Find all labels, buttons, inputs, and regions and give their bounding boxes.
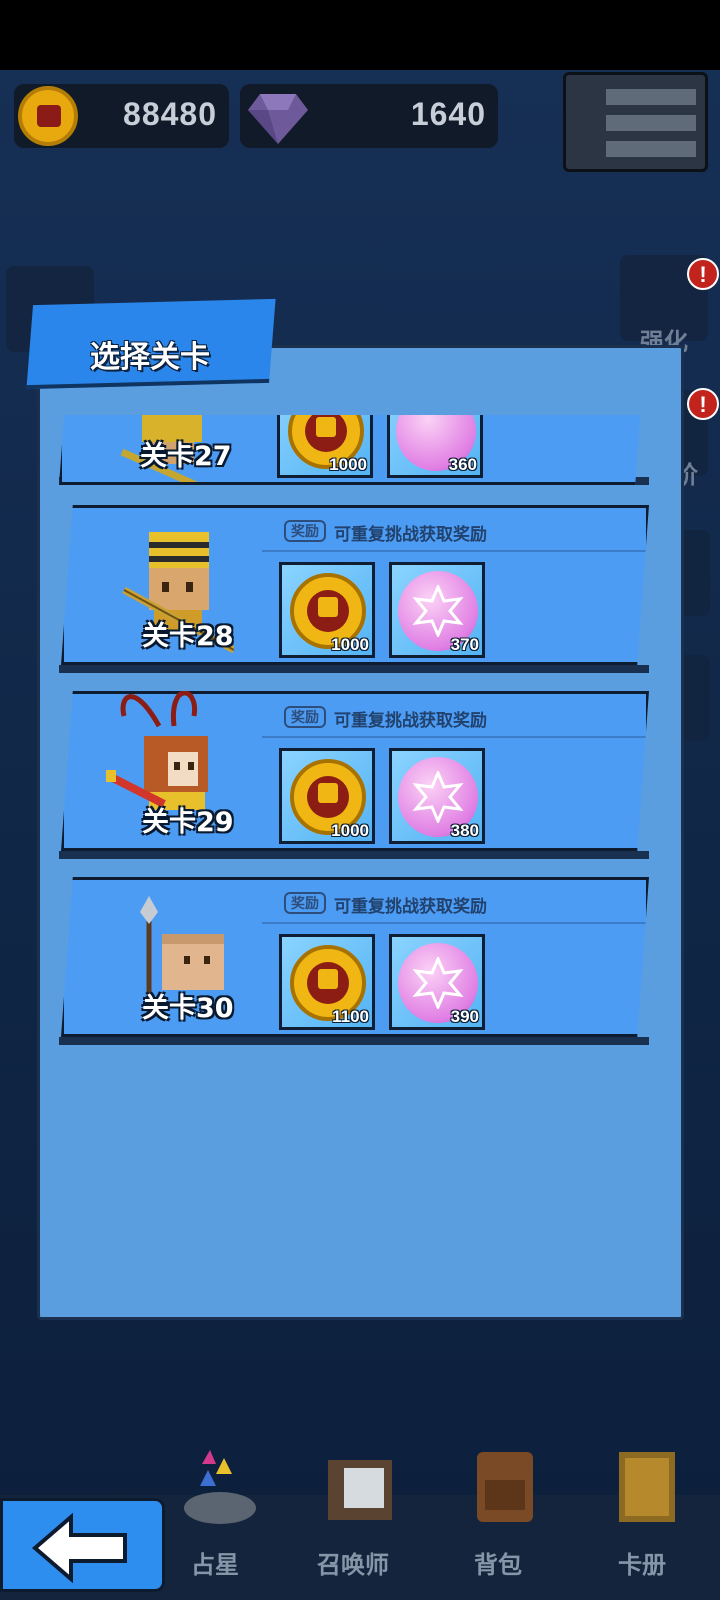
- astrology-icon: [184, 1450, 256, 1524]
- reward-description: 可重复挑战获取奖励: [334, 897, 487, 916]
- stage-label: 关卡28: [142, 621, 234, 652]
- reward-orb-slot: 390: [389, 934, 485, 1030]
- nav-label: 背包: [474, 1552, 522, 1579]
- stage-card-29[interactable]: 奖励 可重复挑战获取奖励 关卡29 1000 380: [61, 691, 649, 851]
- status-bar: [0, 0, 720, 70]
- nav-card-album[interactable]: 卡册: [577, 1440, 707, 1600]
- reward-coin-slot: 1000: [279, 562, 375, 658]
- nav-label: 召唤师: [317, 1552, 389, 1579]
- coin-amount: 1100: [332, 1007, 369, 1026]
- stage-card-30[interactable]: 奖励 可重复挑战获取奖励 关卡30 1100 390: [61, 877, 649, 1037]
- summoner-icon: [328, 1460, 392, 1520]
- divider: [262, 736, 649, 738]
- reward-tag: 奖励: [284, 520, 326, 542]
- back-arrow-icon: [31, 1513, 127, 1583]
- divider: [262, 550, 649, 552]
- nav-label: 卡册: [618, 1552, 666, 1579]
- reward-orb-slot: 370: [389, 562, 485, 658]
- coin-amount: 1000: [331, 635, 369, 654]
- orb-amount: 370: [450, 635, 479, 654]
- coin-amount: 1000: [331, 821, 369, 840]
- nav-astrology[interactable]: 占星: [150, 1440, 280, 1600]
- backpack-icon: [477, 1452, 533, 1522]
- back-button[interactable]: [0, 1498, 165, 1592]
- gem-counter: 1640: [240, 84, 498, 148]
- stage-card-27[interactable]: 关卡27 1000 360: [59, 415, 647, 485]
- nav-label: 占星: [191, 1552, 239, 1579]
- orb-amount: 360: [448, 455, 477, 474]
- reward-description: 可重复挑战获取奖励: [334, 711, 487, 730]
- reward-tag: 奖励: [284, 706, 326, 728]
- reward-orb-slot: 380: [389, 748, 485, 844]
- coin-icon: [18, 86, 78, 146]
- reward-description: 可重复挑战获取奖励: [334, 525, 487, 544]
- orb-amount: 380: [450, 821, 479, 840]
- gem-value: 1640: [410, 96, 486, 132]
- orb-amount: 390: [450, 1007, 479, 1026]
- stage-label: 关卡27: [140, 441, 232, 472]
- stage-list[interactable]: 关卡27 1000 360 奖励 可重复挑战获取奖励 关卡28 1000 370…: [37, 415, 684, 1065]
- menu-button[interactable]: [563, 72, 708, 172]
- panel-title: 选择关卡: [90, 340, 210, 375]
- reward-orb-slot: 360: [387, 415, 483, 478]
- stage-card-28[interactable]: 奖励 可重复挑战获取奖励 关卡28 1000 370: [61, 505, 649, 665]
- stage-label: 关卡29: [142, 807, 234, 838]
- reward-tag: 奖励: [284, 892, 326, 914]
- card-shadow: [59, 665, 649, 673]
- coin-value: 88480: [123, 96, 217, 132]
- coin-amount: 1000: [329, 455, 367, 474]
- nav-summoner[interactable]: 召唤师: [288, 1440, 418, 1600]
- reward-coin-slot: 1000: [277, 415, 373, 478]
- alert-badge: !: [687, 388, 719, 420]
- divider: [262, 922, 649, 924]
- card-shadow: [59, 851, 649, 859]
- gem-icon: [248, 94, 308, 144]
- alert-badge: !: [687, 258, 719, 290]
- reward-coin-slot: 1100: [279, 934, 375, 1030]
- card-album-icon: [619, 1452, 675, 1522]
- nav-backpack[interactable]: 背包: [433, 1440, 563, 1600]
- reward-coin-slot: 1000: [279, 748, 375, 844]
- card-shadow: [59, 1037, 649, 1045]
- coin-counter: 88480: [14, 84, 229, 148]
- stage-label: 关卡30: [142, 993, 234, 1024]
